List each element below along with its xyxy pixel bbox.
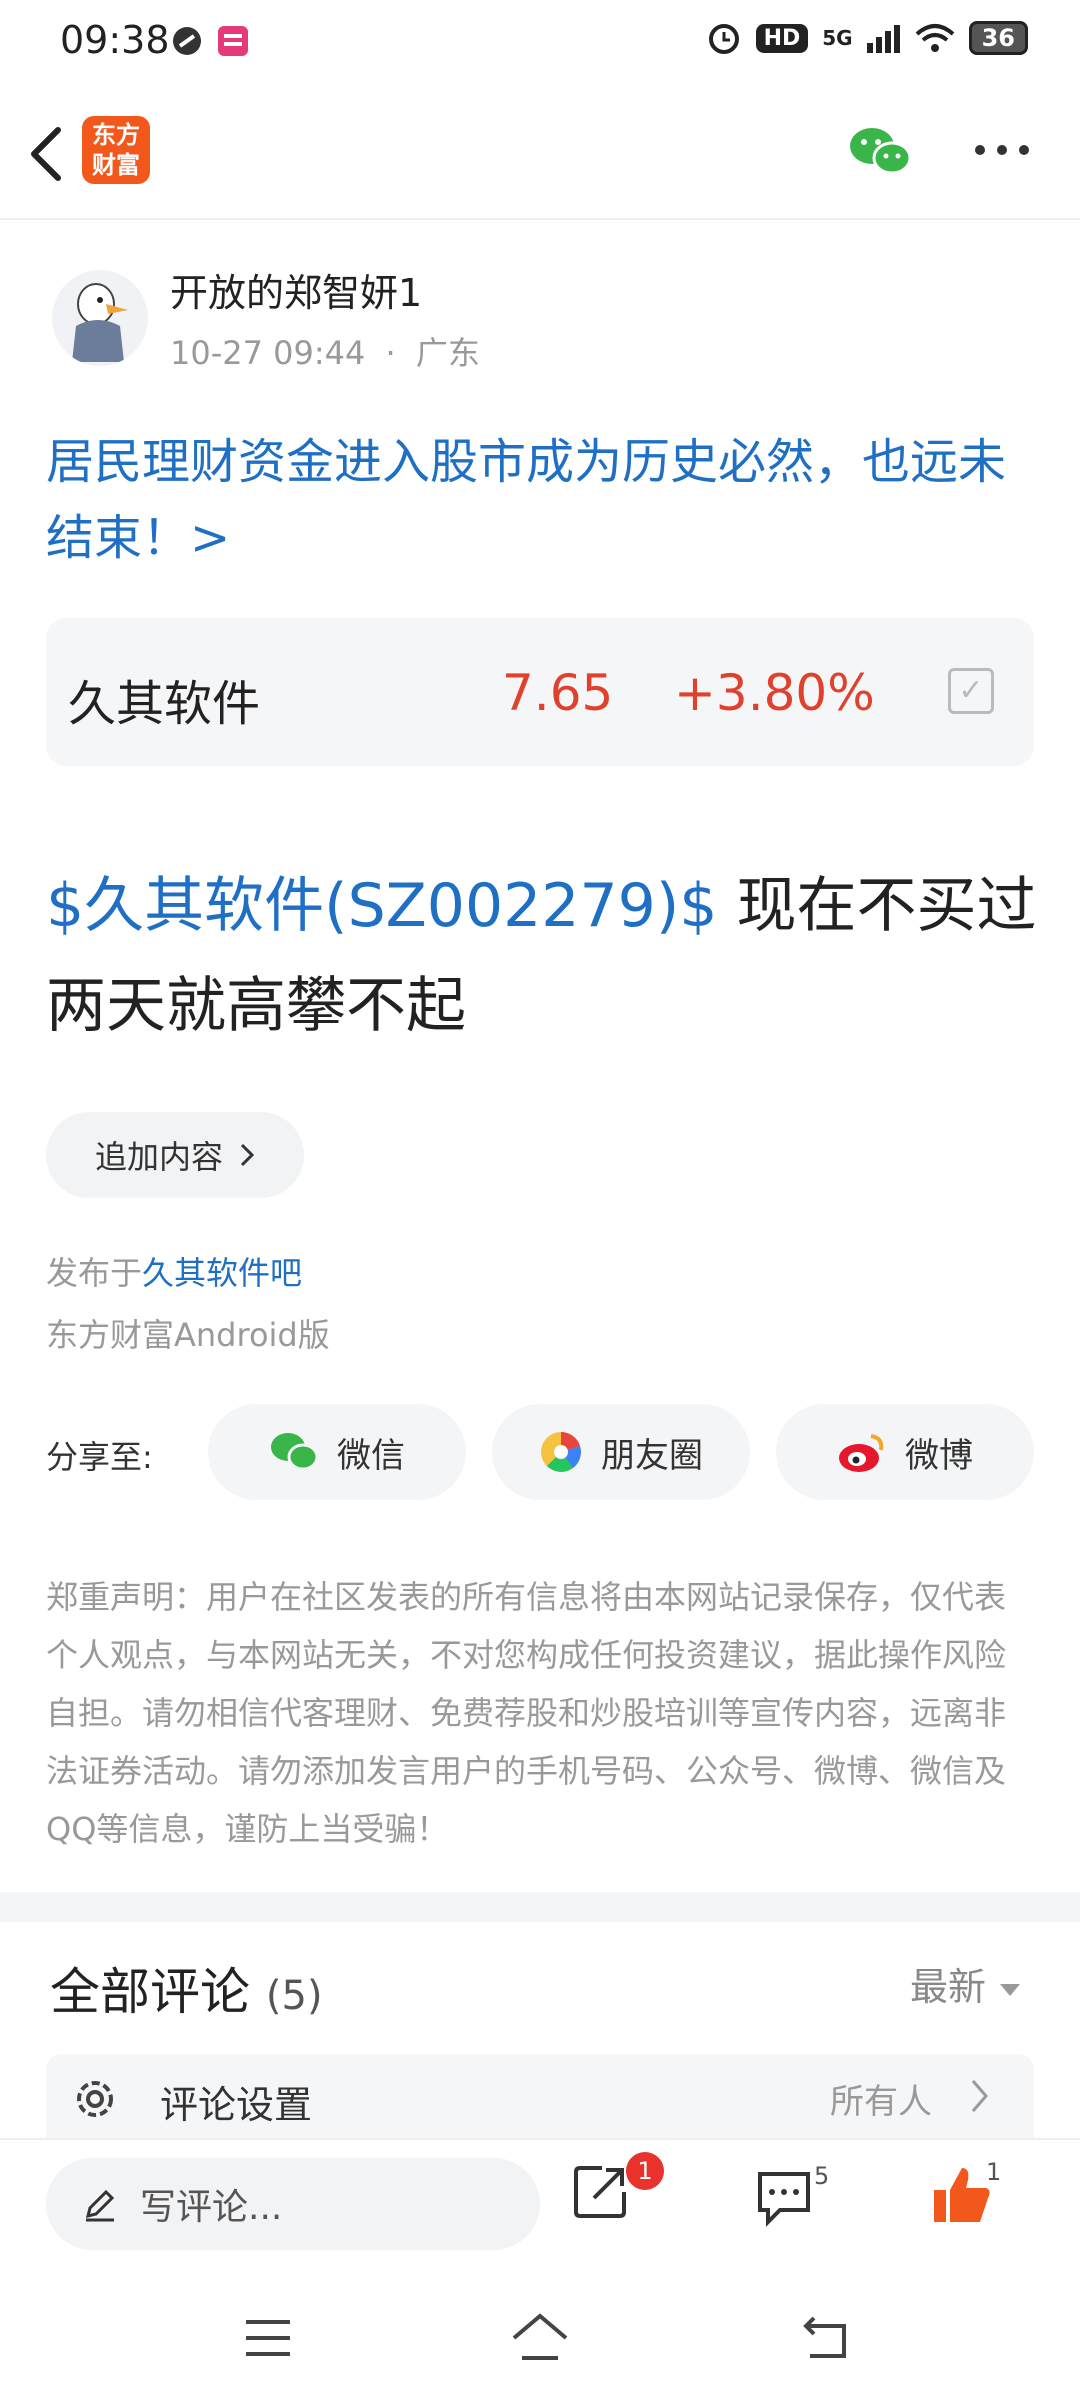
author-name[interactable]: 开放的郑智妍1 (170, 262, 422, 317)
wifi-icon (915, 24, 954, 52)
write-comment-input[interactable]: 写评论... (46, 2158, 540, 2250)
write-comment-placeholder: 写评论... (140, 2187, 283, 2228)
stock-bar-link[interactable]: 久其软件吧 (142, 1254, 302, 1292)
watchlist-check-icon[interactable]: ✓ (948, 668, 994, 714)
comment-icon (758, 2172, 810, 2227)
sort-label: 最新 (910, 1965, 987, 2009)
bottom-action-bar: 写评论... 1 5 1 (0, 2138, 1080, 2280)
status-time: 09:38 (60, 18, 170, 62)
logo-line-1: 东方 (92, 121, 140, 149)
sort-dropdown[interactable]: 最新 (910, 1956, 1022, 2011)
stock-tag-link[interactable]: $久其软件(SZ002279)$ (46, 871, 717, 941)
like-action-button[interactable]: 1 (930, 2158, 1001, 2232)
logo-line-2: 财富 (92, 151, 140, 179)
share-wechat-label: 微信 (337, 1435, 405, 1476)
share-action-button[interactable]: 1 (570, 2152, 664, 2226)
client-info: 东方财富Android版 (46, 1316, 330, 1354)
comment-settings-label: 评论设置 (160, 2083, 313, 2127)
wechat-share-icon[interactable] (848, 124, 912, 180)
status-right: HD 5G 36 (706, 20, 1028, 56)
comments-count: (5) (265, 1973, 323, 2019)
back-icon[interactable] (24, 124, 68, 184)
back-nav-icon[interactable] (800, 2314, 850, 2360)
status-bar: 09:38 HD 5G 36 (0, 0, 1080, 84)
published-in: 发布于久其软件吧 (46, 1248, 302, 1294)
chevron-right-icon (971, 2080, 988, 2112)
section-divider (0, 1892, 1080, 1922)
comment-action-button[interactable]: 5 (754, 2162, 829, 2232)
top-bar: 东方 财富 (0, 84, 1080, 220)
disclaimer: 郑重声明：用户在社区发表的所有信息将由本网站记录保存，仅代表个人观点，与本网站无… (46, 1578, 1007, 1848)
post-meta: 10-27 09:44 · 广东 (170, 328, 480, 374)
gear-icon (77, 2081, 113, 2117)
stock-name: 久其软件 (68, 676, 261, 732)
share-icon (574, 2166, 626, 2218)
add-content-label: 追加内容 (94, 1138, 223, 1176)
comment-settings-value: 所有人 (830, 2082, 932, 2122)
pencil-icon (85, 2189, 115, 2222)
share-label: 分享至: (46, 1438, 153, 1476)
post-body: $久其软件(SZ002279)$ 现在不买过两天就高攀不起 (46, 856, 1046, 1056)
comments-title: 全部评论 (5) (50, 1952, 323, 2024)
like-count: 1 (986, 2158, 1002, 2186)
app-logo: 东方 财富 (82, 116, 150, 184)
share-moments-button[interactable]: 朋友圈 (492, 1404, 750, 1500)
link-icon (173, 27, 201, 55)
chevron-right-icon (240, 1143, 255, 1167)
avatar[interactable] (52, 270, 148, 366)
share-moments-label: 朋友圈 (601, 1435, 703, 1476)
wechat-icon (271, 1433, 319, 1471)
status-notification-icons (170, 24, 250, 58)
share-weibo-button[interactable]: 微博 (776, 1404, 1034, 1500)
avatar-image (72, 283, 128, 362)
stock-change: +3.80% (674, 664, 875, 722)
signal-icon (866, 25, 900, 53)
weibo-icon (839, 1434, 884, 1472)
meta-separator: · (385, 334, 396, 372)
caret-down-icon (1000, 1984, 1021, 1996)
share-badge: 1 (626, 2152, 664, 2190)
alarm-icon (708, 24, 739, 54)
share-weibo-label: 微博 (905, 1435, 973, 1476)
app-notification-icon (218, 26, 248, 56)
more-icon[interactable] (974, 142, 1030, 158)
stock-price: 7.65 (502, 664, 614, 722)
comments-title-label: 全部评论 (50, 1963, 250, 2021)
share-wechat-button[interactable]: 微信 (208, 1404, 466, 1500)
menu-icon[interactable] (244, 2318, 292, 2358)
moments-icon (541, 1432, 581, 1472)
add-content-button[interactable]: 追加内容 (46, 1112, 304, 1198)
network-label: 5G (822, 26, 853, 50)
thumbs-up-icon (934, 2168, 990, 2222)
post-date: 10-27 09:44 (170, 334, 366, 372)
system-nav-bar (0, 2278, 1080, 2400)
published-prefix: 发布于 (46, 1254, 143, 1292)
home-icon[interactable] (510, 2312, 570, 2360)
battery-indicator: 36 (968, 21, 1028, 55)
post-title-link[interactable]: 居民理财资金进入股市成为历史必然，也远未结束！> (46, 424, 1046, 576)
stock-card[interactable]: 久其软件 7.65 +3.80% ✓ (46, 618, 1034, 766)
hd-badge: HD (755, 23, 809, 53)
comment-settings-row[interactable]: 评论设置 所有人 (46, 2054, 1034, 2138)
post-location: 广东 (415, 334, 480, 372)
comment-count: 5 (814, 2162, 830, 2190)
